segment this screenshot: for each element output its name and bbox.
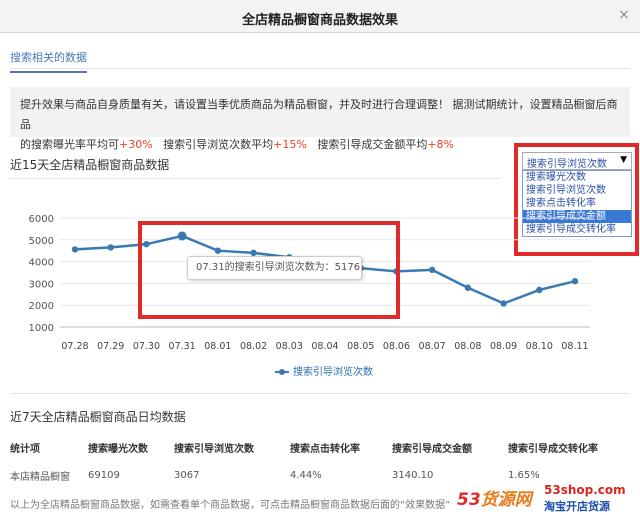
info-highlight: +15% <box>273 138 307 151</box>
x-tick-label: 07.29 <box>97 341 124 352</box>
watermark-logo: 53货源网 <box>457 485 532 510</box>
x-tick-label: 08.08 <box>454 341 481 352</box>
watermark-url: 53shop.com <box>544 483 626 497</box>
x-tick-label: 08.04 <box>311 341 338 352</box>
chart-section-title: 近15天全店精品橱窗商品数据 <box>10 158 170 172</box>
x-tick-label: 08.03 <box>276 341 303 352</box>
x-tick-label: 08.02 <box>240 341 267 352</box>
data-point <box>428 266 436 274</box>
legend-label: 搜索引导浏览次数 <box>293 367 373 378</box>
x-tick-label: 08.11 <box>561 341 588 352</box>
watermark-slogan: 淘宝开店货源 <box>544 500 610 513</box>
x-tick-label: 08.10 <box>526 341 553 352</box>
data-point <box>536 286 543 294</box>
x-tick-label: 07.31 <box>169 341 196 352</box>
watermark-logo-text: 货源网 <box>480 490 532 510</box>
dialog: 全店精品橱窗商品数据效果 × 搜索相关的数据 提升效果与商品自身质量有关，请设置… <box>0 0 640 515</box>
x-tick-label: 07.30 <box>133 341 160 352</box>
x-tick-label: 07.28 <box>61 341 88 352</box>
col-header: 搜索引导浏览次数 <box>174 443 254 455</box>
x-tick-label: 08.01 <box>204 341 231 352</box>
x-tick-label: 08.05 <box>347 341 374 352</box>
y-tick-label: 5000 <box>29 236 54 247</box>
y-tick-label: 6000 <box>29 214 54 225</box>
info-highlight: +8% <box>427 138 455 151</box>
table-header-row: 统计项 搜索曝光次数 搜索引导浏览次数 搜索点击转化率 搜索引导成交金额 搜索引… <box>10 436 630 458</box>
tab-search-data[interactable]: 搜索相关的数据 <box>10 49 87 73</box>
col-header: 统计项 <box>10 443 40 455</box>
col-header: 搜索曝光次数 <box>88 443 148 455</box>
data-point <box>464 284 472 291</box>
table-cell: 本店精品橱窗 <box>10 471 70 483</box>
close-icon[interactable]: × <box>616 7 632 23</box>
table-cell: 4.44% <box>290 469 322 481</box>
y-tick-label: 2000 <box>29 301 54 312</box>
info-text: 搜索引导成交金额平均 <box>306 138 428 151</box>
y-tick-label: 1000 <box>29 323 54 334</box>
chart-divider <box>10 178 500 179</box>
info-text: 搜索引导浏览次数平均 <box>152 138 274 151</box>
y-tick-label: 3000 <box>29 279 54 290</box>
x-tick-label: 08.06 <box>383 341 410 352</box>
info-notice: 提升效果与商品自身质量有关，请设置当季优质商品为精品橱窗，并及时进行合理调整！ … <box>10 87 630 151</box>
tab-divider <box>10 68 630 69</box>
x-tick-label: 08.09 <box>490 341 517 352</box>
table-section-title: 近7天全店精品橱窗商品日均数据 <box>10 410 186 424</box>
data-point <box>107 244 114 251</box>
watermark-logo-number: 53 <box>457 490 481 510</box>
data-point <box>571 278 579 285</box>
dialog-titlebar: 全店精品橱窗商品数据效果 × <box>0 0 640 33</box>
col-header: 搜索引导成交转化率 <box>508 443 598 455</box>
x-tick-label: 08.07 <box>419 341 446 352</box>
chart-legend[interactable]: 搜索引导浏览次数 <box>275 363 373 378</box>
legend-marker-icon <box>275 369 289 375</box>
dialog-title: 全店精品橱窗商品数据效果 <box>241 13 398 28</box>
footer-note: 以上为全店精品橱窗商品数据，如需查看单个商品数据，可点击精品橱窗商品数据后面的“… <box>10 500 451 511</box>
col-header: 搜索点击转化率 <box>290 443 360 455</box>
data-point <box>71 246 79 253</box>
info-highlight: +30% <box>119 138 153 151</box>
info-line-1: 提升效果与商品自身质量有关，请设置当季优质商品为精品橱窗，并及时进行合理调整！ … <box>20 98 618 131</box>
table-cell: 69109 <box>88 469 120 481</box>
data-point <box>500 300 507 307</box>
chart-tooltip: 07.31的搜索引导浏览次数为：5176 <box>187 256 362 280</box>
col-header: 搜索引导成交金额 <box>392 443 472 455</box>
section-divider <box>10 393 630 394</box>
info-text: 的搜索曝光率平均可 <box>20 138 119 151</box>
table-cell: 3067 <box>174 469 200 481</box>
y-tick-label: 4000 <box>29 258 54 269</box>
